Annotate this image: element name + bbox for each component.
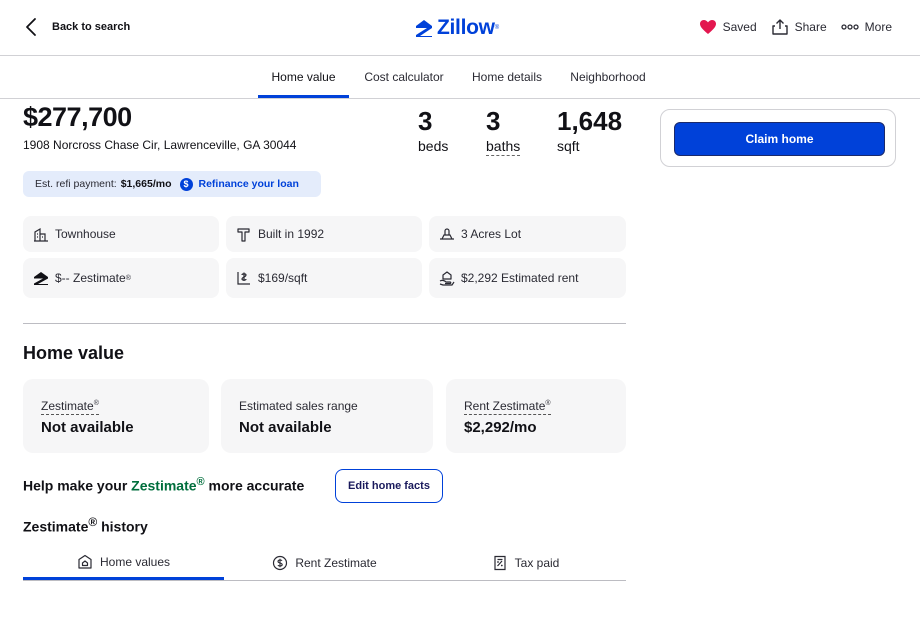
baths-stat[interactable]: 3 baths	[486, 106, 521, 156]
fact-price-per-sqft: $169/sqft	[226, 258, 422, 298]
rent-zestimate-card: Rent Zestimate® $2,292/mo	[446, 379, 626, 453]
price-per-sqft-icon	[237, 272, 250, 285]
zestimate-fact-text: $-- Zestimate	[55, 271, 126, 285]
beds-value: 3	[418, 106, 433, 136]
more-dots-icon	[841, 24, 859, 30]
back-to-search-label: Back to search	[52, 21, 131, 33]
logo-text: Zillow	[437, 16, 495, 39]
tab-cost-calculator[interactable]: Cost calculator	[356, 56, 452, 98]
sales-range-card: Estimated sales range Not available	[221, 379, 433, 453]
tab-home-value[interactable]: Home value	[258, 56, 349, 98]
tab-neighborhood[interactable]: Neighborhood	[562, 56, 654, 98]
heart-icon	[699, 20, 716, 34]
lot-size-icon	[440, 228, 454, 240]
rent-zestimate-label[interactable]: Rent Zestimate®	[464, 399, 551, 415]
zestimate-card: Zestimate® Not available	[23, 379, 209, 453]
home-value-heading: Home value	[23, 343, 125, 363]
fact-zestimate: $-- Zestimate ®	[23, 258, 219, 298]
tab-home-details[interactable]: Home details	[464, 56, 550, 98]
logo-registered-mark: ®	[494, 25, 500, 31]
building-icon	[34, 227, 48, 242]
tab-home-values[interactable]: Home values	[23, 546, 224, 580]
more-button[interactable]: More	[841, 18, 892, 36]
zillow-house-icon	[416, 20, 432, 37]
refinance-link[interactable]: Refinance your loan	[199, 178, 299, 190]
zestimate-icon	[34, 272, 48, 285]
sqft-value: 1,648	[557, 106, 623, 136]
refi-banner: Est. refi payment: $1,665/mo $ Refinance…	[23, 171, 321, 197]
baths-label[interactable]: baths	[486, 138, 521, 156]
refi-label: Est. refi payment:	[35, 178, 117, 190]
price-per-sqft-text: $169/sqft	[258, 271, 308, 285]
chevron-left-icon	[26, 18, 36, 36]
estimated-rent-text: $2,292 Estimated rent	[461, 271, 579, 285]
section-tabs: Home value Cost calculator Home details …	[0, 56, 920, 99]
fact-home-type: Townhouse	[23, 216, 219, 252]
sqft-label: sqft	[557, 138, 580, 154]
more-label: More	[864, 20, 892, 34]
top-bar: Back to search Zillow ® Saved Share More	[0, 0, 920, 56]
history-tabs: Home values Rent Zestimate Tax paid	[23, 546, 626, 581]
rent-hand-icon	[439, 271, 455, 286]
tab-tax-paid[interactable]: Tax paid	[425, 546, 626, 580]
fact-year-built: Built in 1992	[226, 216, 422, 252]
beds-label: beds	[418, 138, 449, 154]
fact-estimated-rent: $2,292 Estimated rent	[429, 258, 626, 298]
home-type-text: Townhouse	[55, 227, 116, 241]
sqft-stat: 1,648 sqft	[557, 106, 622, 154]
claim-home-card: Claim home	[660, 109, 896, 167]
edit-home-facts-button[interactable]: Edit home facts	[335, 469, 443, 503]
year-built-text: Built in 1992	[258, 227, 325, 241]
zestimate-card-value: Not available	[41, 419, 134, 436]
tab-rent-zestimate[interactable]: Rent Zestimate	[224, 546, 425, 580]
registered-mark: ®	[125, 274, 131, 282]
share-button[interactable]: Share	[771, 18, 827, 36]
sales-range-value: Not available	[239, 419, 332, 436]
help-zestimate-text: Help make your Zestimate® more accurate	[23, 476, 305, 494]
section-divider	[23, 323, 626, 324]
rent-zestimate-value: $2,292/mo	[464, 419, 537, 436]
beds-stat: 3 beds	[418, 106, 448, 154]
listing-address: 1908 Norcross Chase Cir, Lawrenceville, …	[23, 138, 297, 152]
claim-home-button[interactable]: Claim home	[674, 122, 885, 156]
zestimate-history-heading: Zestimate® history	[23, 515, 148, 535]
zestimate-brand: Zestimate	[131, 477, 197, 494]
tax-document-icon	[494, 555, 506, 571]
home-tag-icon	[78, 554, 92, 569]
refi-amount: $1,665/mo	[120, 178, 172, 190]
saved-label: Saved	[722, 20, 757, 34]
back-to-search-button[interactable]: Back to search	[22, 16, 130, 38]
fact-lot-size: 3 Acres Lot	[429, 216, 626, 252]
lot-size-text: 3 Acres Lot	[461, 227, 522, 241]
dollar-circle-icon	[273, 555, 288, 571]
sales-range-label: Estimated sales range	[239, 399, 358, 413]
saved-button[interactable]: Saved	[699, 18, 757, 36]
share-icon	[771, 19, 788, 35]
baths-value: 3	[486, 106, 501, 136]
share-label: Share	[794, 20, 827, 34]
listing-price: $277,700	[23, 102, 132, 132]
hammer-icon	[237, 228, 250, 242]
zestimate-card-label[interactable]: Zestimate®	[41, 399, 99, 415]
zillow-logo[interactable]: Zillow ®	[414, 16, 499, 40]
header-actions: Saved Share More	[699, 18, 892, 36]
dollar-icon: $	[179, 177, 193, 191]
